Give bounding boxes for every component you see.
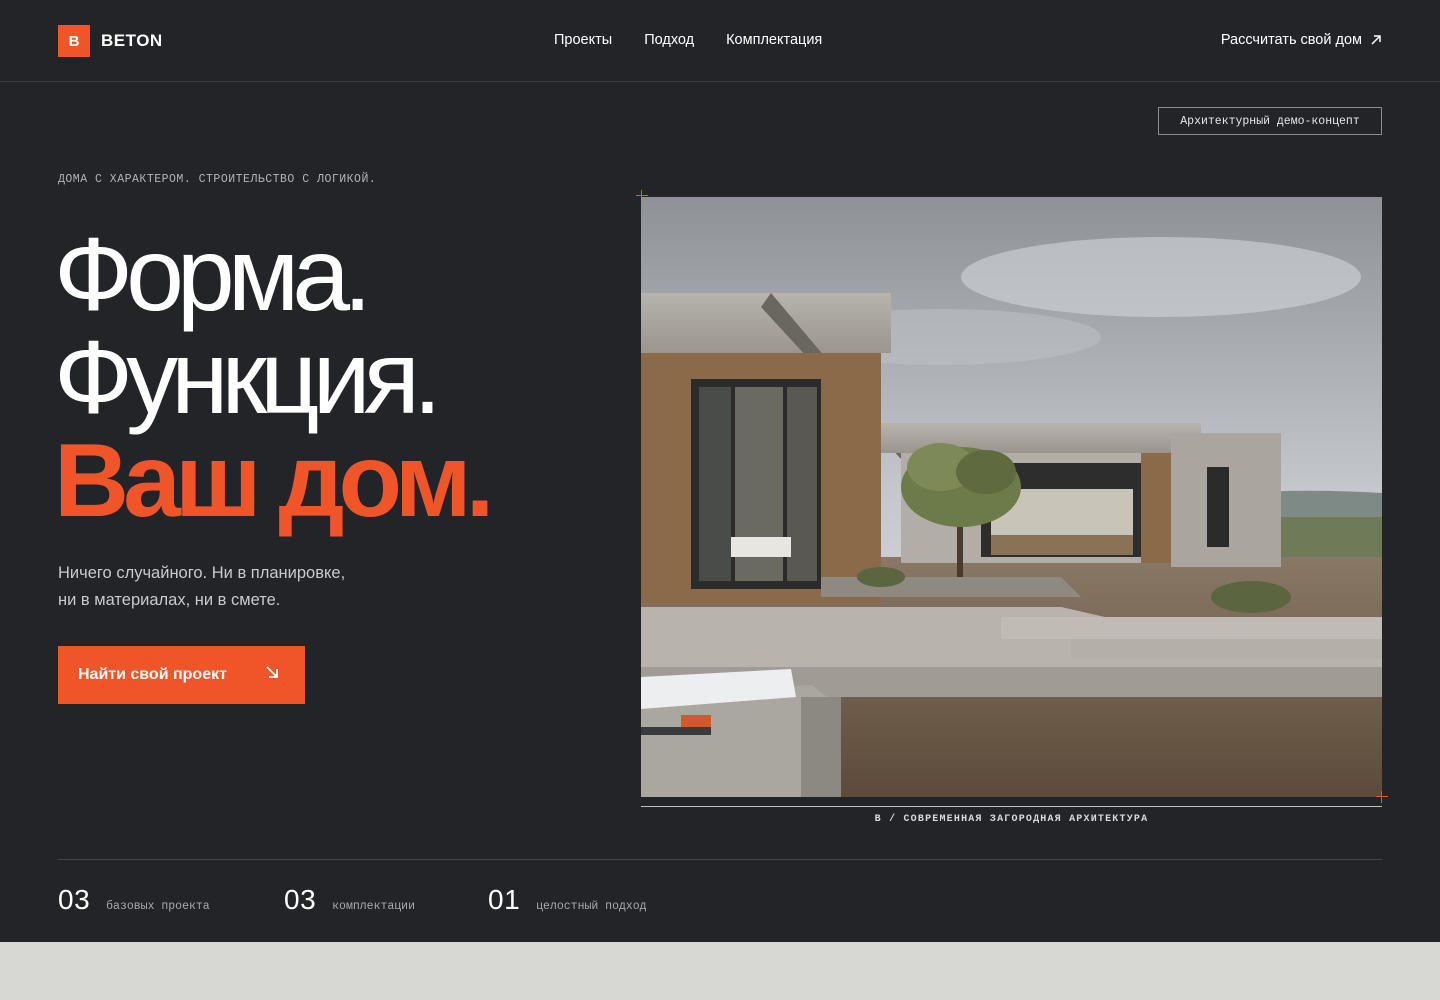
- demo-concept-badge: Архитектурный демо-концепт: [1158, 107, 1382, 135]
- calculate-house-label: Рассчитать свой дом: [1220, 32, 1362, 48]
- stat-number: 03: [58, 884, 91, 915]
- stat-base-projects: 03 базовых проекта: [58, 884, 284, 916]
- main-nav: Проекты Подход Комплектация: [554, 32, 822, 48]
- logo-text: BETON: [101, 31, 163, 50]
- calculate-house-link[interactable]: Рассчитать свой дом: [1221, 32, 1382, 48]
- stat-label: комплектации: [332, 900, 415, 913]
- stat-number: 01: [488, 884, 521, 915]
- stat-label: базовых проекта: [106, 900, 210, 913]
- stats-row: 03 базовых проекта 03 комплектации 01 це…: [58, 884, 647, 916]
- stat-label: целостный подход: [536, 900, 647, 913]
- logo[interactable]: B BETON: [58, 25, 163, 57]
- site-header: B BETON Проекты Подход Комплектация Расс…: [0, 0, 1440, 82]
- hero-headline: Форма. Функция. Ваш дом.: [54, 217, 495, 539]
- stats-divider: [58, 859, 1382, 860]
- hero-subtitle: Ничего случайного. Ни в планировке, ни в…: [58, 560, 345, 614]
- house-illustration: [641, 197, 1382, 797]
- corner-mark-bottom-right: [1376, 791, 1388, 803]
- stat-number: 03: [284, 884, 317, 915]
- headline-line-function: Функция.: [54, 320, 442, 436]
- headline-line-your-home: Ваш дом.: [54, 423, 495, 539]
- house-photo: [641, 197, 1382, 797]
- nav-item-equipment[interactable]: Комплектация: [726, 32, 822, 48]
- arrow-down-right-icon: [266, 666, 278, 678]
- nav-item-projects[interactable]: Проекты: [554, 32, 612, 48]
- photo-caption: B / СОВРЕМЕННАЯ ЗАГОРОДНАЯ АРХИТЕКТУРА: [874, 814, 1149, 825]
- next-section-band: [0, 942, 1440, 1000]
- hero-subtitle-line-1: Ничего случайного. Ни в планировке,: [58, 564, 346, 582]
- nav-item-approach[interactable]: Подход: [644, 32, 694, 48]
- hero-subtitle-line-2: ни в материалах, ни в смете.: [58, 591, 281, 609]
- stat-equipment: 03 комплектации: [284, 884, 488, 916]
- find-project-label: Найти свой проект: [78, 666, 227, 683]
- find-project-button[interactable]: Найти свой проект: [58, 646, 305, 704]
- headline-line-form: Форма.: [54, 217, 372, 333]
- logo-mark: B: [58, 25, 90, 57]
- stat-approach: 01 целостный подход: [488, 884, 647, 916]
- photo-underline: [641, 806, 1382, 807]
- arrow-up-right-icon: [1371, 35, 1381, 45]
- hero-eyebrow: ДОМА С ХАРАКТЕРОМ. СТРОИТЕЛЬСТВО С ЛОГИК…: [58, 173, 377, 186]
